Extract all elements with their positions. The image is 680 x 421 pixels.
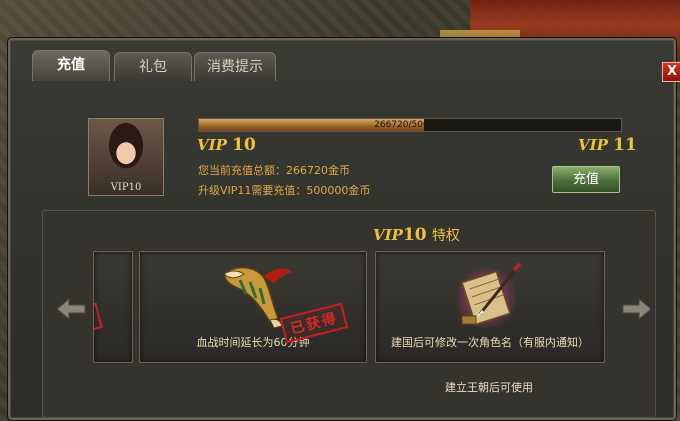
privilege-title-level: 10 — [402, 225, 427, 245]
tab-gift[interactable]: 礼包 — [114, 52, 192, 81]
recharge-button[interactable]: 充值 — [552, 166, 620, 193]
privilege-caption-rename: 建国后可修改一次角色名（有服内通知） — [391, 336, 589, 349]
privilege-panel: VIP10 特权 得 血战时间延长为60分钟 已获得 — [42, 210, 656, 418]
vip-next-prefix: VIP — [578, 136, 608, 154]
scroll-brush-icon — [454, 262, 522, 330]
avatar-vip-label: VIP10 — [110, 182, 142, 193]
avatar: VIP10 — [88, 118, 164, 196]
vip-progress-text: 266720/500000 — [374, 120, 446, 130]
vip-progress-bar: 266720/500000 — [198, 118, 622, 132]
privilege-card-rename[interactable]: 建国后可修改一次角色名（有服内通知） — [375, 251, 605, 363]
vip-status-panel: VIP10 266720/500000 VIP 10 VIP 11 您当前充值总… — [40, 102, 656, 202]
privilege-title-suffix: 特权 — [431, 228, 460, 244]
arrow-left-icon[interactable] — [56, 297, 87, 321]
privilege-caption-battle-time: 血战时间延长为60分钟 — [196, 336, 310, 349]
tab-recharge[interactable]: 充值 — [32, 50, 110, 81]
vip-current-level: VIP 10 — [197, 135, 256, 155]
privilege-card-battle-time[interactable]: 血战时间延长为60分钟 已获得 — [139, 251, 367, 363]
upgrade-requirement-text: 升级VIP11需要充值：500000金币 — [198, 184, 371, 197]
vip-next-level: VIP 11 — [578, 135, 637, 155]
close-button[interactable]: X — [662, 62, 680, 82]
total-recharge-text: 您当前充值总额：266720金币 — [198, 164, 350, 177]
recharge-window: 充值 礼包 消费提示 X VIP10 266720/500000 VIP 10 … — [8, 38, 680, 420]
privilege-title: VIP10 特权 — [373, 225, 460, 245]
vip-current-number: 10 — [232, 135, 256, 155]
tab-consumption-tips[interactable]: 消费提示 — [194, 52, 276, 81]
privilege-title-prefix: VIP — [373, 226, 403, 244]
vip-current-prefix: VIP — [197, 136, 227, 154]
privilege-footer-note: 建立王朝后可使用 — [445, 381, 533, 394]
obtained-stamp: 得 — [94, 302, 103, 336]
privilege-card-previous[interactable]: 得 — [93, 251, 133, 363]
vip-next-number: 11 — [613, 135, 637, 155]
arrow-right-icon[interactable] — [621, 297, 652, 321]
